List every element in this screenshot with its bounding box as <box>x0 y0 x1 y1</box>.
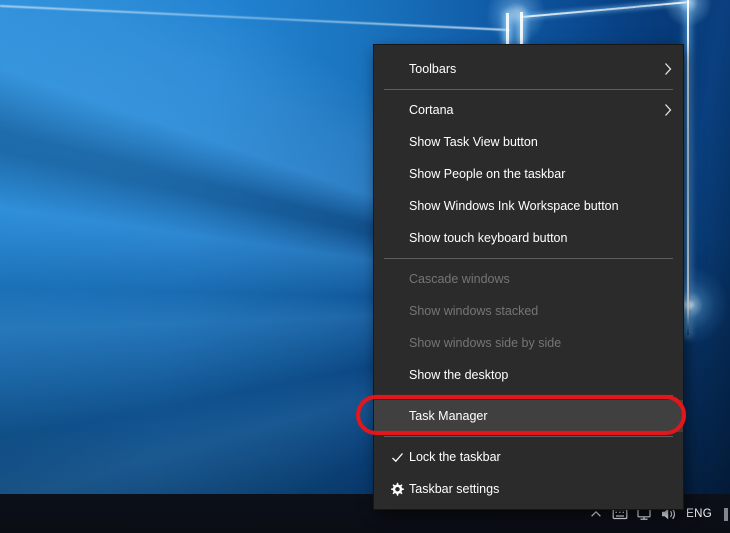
menu-item-cortana[interactable]: Cortana <box>374 94 683 126</box>
wallpaper-window-edge-glow <box>506 13 509 44</box>
menu-separator <box>374 254 683 263</box>
wallpaper-window-edge-glow <box>520 12 523 44</box>
taskbar-context-menu: Toolbars Cortana Show Task View button S… <box>373 44 684 510</box>
language-indicator[interactable]: ENG <box>683 508 715 520</box>
gear-icon <box>386 473 408 505</box>
menu-item-label: Show Windows Ink Workspace button <box>409 199 619 213</box>
menu-item-label: Cascade windows <box>409 272 510 286</box>
wallpaper-light-beam <box>0 5 509 31</box>
menu-item-toolbars[interactable]: Toolbars <box>374 53 683 85</box>
menu-item-label: Cortana <box>409 103 453 117</box>
menu-separator <box>374 85 683 94</box>
task-manager-annotation <box>356 395 686 435</box>
submenu-chevron-icon <box>664 53 672 85</box>
menu-item-show-touch-keyboard[interactable]: Show touch keyboard button <box>374 222 683 254</box>
menu-item-label: Show Task View button <box>409 135 538 149</box>
wallpaper-light-beam <box>522 1 690 18</box>
tray-cutoff-icon <box>724 508 728 521</box>
wallpaper-window-edge-glow <box>687 0 689 335</box>
menu-item-label: Show windows side by side <box>409 336 561 350</box>
menu-item-cascade-windows: Cascade windows <box>374 263 683 295</box>
menu-item-show-people[interactable]: Show People on the taskbar <box>374 158 683 190</box>
checkmark-icon <box>386 441 408 473</box>
menu-item-show-the-desktop[interactable]: Show the desktop <box>374 359 683 391</box>
menu-item-show-task-view[interactable]: Show Task View button <box>374 126 683 158</box>
menu-item-label: Taskbar settings <box>409 482 499 496</box>
submenu-chevron-icon <box>664 94 672 126</box>
menu-item-show-windows-side-by-side: Show windows side by side <box>374 327 683 359</box>
menu-item-label: Lock the taskbar <box>409 450 501 464</box>
menu-item-taskbar-settings[interactable]: Taskbar settings <box>374 473 683 505</box>
menu-item-label: Toolbars <box>409 62 456 76</box>
menu-item-label: Show touch keyboard button <box>409 231 567 245</box>
menu-item-lock-the-taskbar[interactable]: Lock the taskbar <box>374 441 683 473</box>
screen: ENG Toolbars Cortana Show Task View butt… <box>0 0 730 533</box>
menu-item-show-ink-workspace[interactable]: Show Windows Ink Workspace button <box>374 190 683 222</box>
menu-item-label: Show the desktop <box>409 368 508 382</box>
menu-item-label: Show People on the taskbar <box>409 167 565 181</box>
menu-item-show-windows-stacked: Show windows stacked <box>374 295 683 327</box>
menu-item-label: Show windows stacked <box>409 304 538 318</box>
